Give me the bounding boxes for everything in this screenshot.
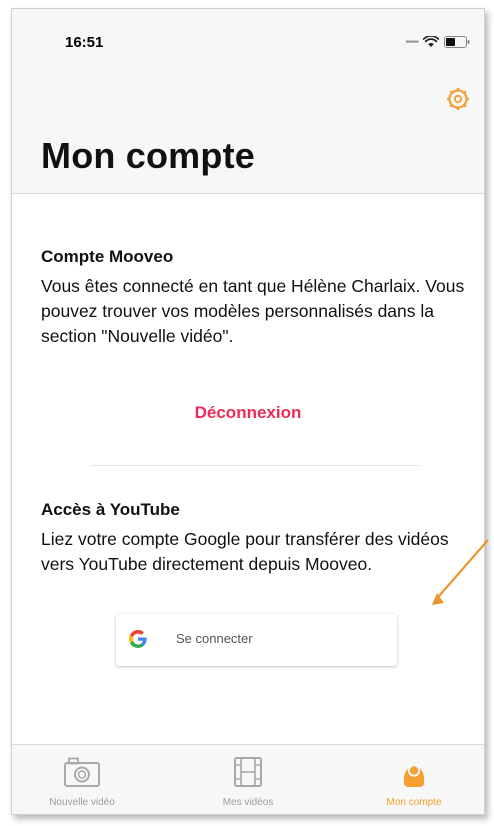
google-sign-in-label: Se connecter xyxy=(176,631,253,646)
tab-label: Mon compte xyxy=(386,797,442,808)
phone-screen: 16:51 ••••• Mon compte Compte Mooveo Vou… xyxy=(11,8,485,815)
tab-label: Mes vidéos xyxy=(222,797,274,808)
status-time: 16:51 xyxy=(65,34,104,51)
mooveo-section-body: Vous êtes connecté en tant que Hélène Ch… xyxy=(41,276,465,346)
status-icons: ••••• xyxy=(405,36,470,48)
header-area: 16:51 ••••• Mon compte xyxy=(12,9,484,194)
tab-nouvelle-video[interactable]: Nouvelle vidéo xyxy=(12,745,152,814)
battery-icon xyxy=(444,36,470,48)
page-title: Mon compte xyxy=(41,135,255,176)
logout-button[interactable]: Déconnexion xyxy=(12,403,484,423)
google-logo-icon xyxy=(129,630,147,648)
camera-icon xyxy=(64,757,100,787)
page-background: 16:51 ••••• Mon compte Compte Mooveo Vou… xyxy=(0,0,494,826)
film-icon xyxy=(234,757,262,787)
section-divider xyxy=(90,465,420,466)
google-sign-in-button[interactable]: Se connecter xyxy=(116,614,397,666)
tab-bar: Nouvelle vidéo Mes vidéos Mon compte xyxy=(12,744,484,814)
gear-icon[interactable] xyxy=(446,87,470,111)
wifi-icon xyxy=(423,36,439,47)
tab-mon-compte[interactable]: Mon compte xyxy=(344,745,484,814)
person-icon xyxy=(404,764,424,787)
youtube-section-body: Liez votre compte Google pour transférer… xyxy=(41,529,449,574)
tab-mes-videos[interactable]: Mes vidéos xyxy=(178,745,318,814)
tab-label: Nouvelle vidéo xyxy=(49,797,115,808)
youtube-section-heading: Accès à YouTube xyxy=(41,500,180,519)
signal-icon: ••••• xyxy=(405,36,418,48)
mooveo-section-heading: Compte Mooveo xyxy=(41,247,174,266)
